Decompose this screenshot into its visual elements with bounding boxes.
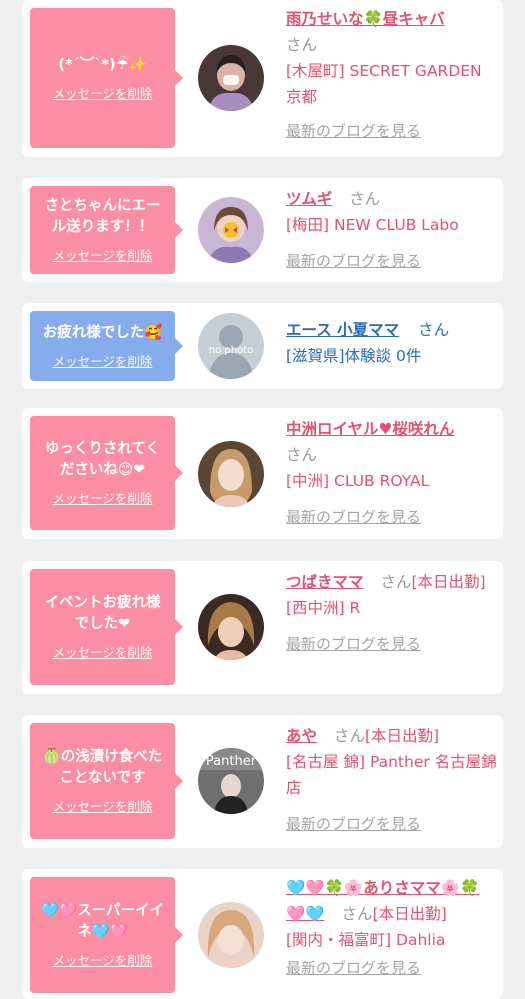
message-text: さとちゃんにエール送ります！！ (44, 198, 161, 235)
honorific-label: さん (333, 727, 365, 745)
avatar-photo-icon: Panther (198, 748, 264, 814)
avatar-photo-icon (198, 902, 264, 968)
shop-label: [関内・福富町] Dahlia (286, 931, 446, 949)
no-photo-icon: no photo (198, 313, 264, 379)
list-item: 🩵🩷スーパーイイネ🩵🩷 メッセージを削除 🩵🩷🍀🌸ありさママ🌸🍀🩷🩵 さん[本日… (22, 869, 503, 999)
message-text: (*´︶`*)☔✨ (58, 56, 147, 73)
message-bubble: イベントお疲れ様でした❤ メッセージを削除 (30, 569, 183, 685)
status-label: [本日出勤] (411, 573, 486, 591)
name-link[interactable]: 雨乃せいな🍀昼キャバ (286, 10, 445, 28)
shop-label: [梅田] NEW CLUB Labo (286, 216, 459, 234)
list-item: 🍈の浅漬け食べたことないです メッセージを削除 Panther あや さん[本日… (22, 715, 503, 848)
logo-text: Panther (206, 754, 257, 769)
avatar[interactable] (198, 441, 264, 507)
list-item: (*´︶`*)☔✨ メッセージを削除 雨乃せいな🍀昼キャバ さん [木屋町] S… (22, 0, 503, 157)
delete-message-link[interactable]: メッセージを削除 (53, 488, 153, 507)
no-photo-text: no photo (209, 345, 253, 356)
shop-label: [西中洲] R (286, 599, 361, 617)
blog-link[interactable]: 最新のブログを見る (286, 955, 498, 981)
list-item: お疲れ様でした🥰 メッセージを削除 no photo エース 小夏ママ さん [… (22, 303, 503, 389)
avatar-photo-icon (198, 197, 264, 263)
blog-link[interactable]: 最新のブログを見る (286, 811, 498, 837)
message-bubble: 🍈の浅漬け食べたことないです メッセージを削除 (30, 723, 183, 839)
name-link[interactable]: 中洲ロイヤル♥桜咲れん (286, 420, 454, 438)
honorific-label: さん (286, 446, 318, 464)
shop-label: [木屋町] SECRET GARDEN 京都 (286, 62, 482, 106)
message-text: イベントお疲れ様でした❤ (44, 595, 161, 632)
avatar[interactable]: Panther (198, 748, 264, 814)
honorific-label: さん (380, 573, 412, 591)
name-link[interactable]: つばきママ (286, 573, 364, 591)
honorific-label: さん (286, 36, 318, 54)
honorific-label: さん (341, 905, 373, 923)
delete-message-link[interactable]: メッセージを削除 (53, 950, 153, 969)
message-bubble: ゆっくりされてくださいね😊❤ メッセージを削除 (30, 416, 183, 530)
blog-link[interactable]: 最新のブログを見る (286, 248, 498, 274)
blog-link[interactable]: 最新のブログを見る (286, 631, 498, 657)
message-bubble: 🩵🩷スーパーイイネ🩵🩷 メッセージを削除 (30, 877, 183, 993)
delete-message-link[interactable]: メッセージを削除 (53, 351, 153, 370)
avatar[interactable] (198, 45, 264, 111)
message-text: お疲れ様でした🥰 (42, 324, 163, 341)
avatar[interactable] (198, 902, 264, 968)
avatar[interactable] (198, 594, 264, 660)
message-bubble: (*´︶`*)☔✨ メッセージを削除 (30, 8, 183, 148)
delete-message-link[interactable]: メッセージを削除 (53, 642, 153, 661)
shop-label: [滋賀県]体験談 0件 (286, 347, 422, 365)
message-text: 🩵🩷スーパーイイネ🩵🩷 (41, 903, 164, 940)
delete-message-link[interactable]: メッセージを削除 (53, 83, 153, 102)
message-bubble: お疲れ様でした🥰 メッセージを削除 (30, 311, 183, 381)
name-link[interactable]: ツムギ (286, 190, 332, 208)
honorific-label: さん (418, 321, 450, 339)
avatar-photo-icon (198, 441, 264, 507)
honorific-label: さん (349, 190, 381, 208)
shop-label: [中洲] CLUB ROYAL (286, 472, 430, 490)
list-item: ゆっくりされてくださいね😊❤ メッセージを削除 中洲ロイヤル♥桜咲れん さん [… (22, 408, 503, 539)
status-label: [本日出勤] (364, 727, 440, 745)
delete-message-link[interactable]: メッセージを削除 (53, 796, 153, 815)
message-bubble: さとちゃんにエール送ります！！ メッセージを削除 (30, 186, 183, 274)
message-text: ゆっくりされてくださいね😊❤ (44, 441, 161, 478)
list-item: さとちゃんにエール送ります！！ メッセージを削除 ツムギ さん [梅田] NEW… (22, 178, 503, 282)
list-item: イベントお疲れ様でした❤ メッセージを削除 つばきママ さん[本日出勤] [西中… (22, 561, 503, 694)
avatar[interactable] (198, 197, 264, 263)
avatar[interactable]: no photo (198, 313, 264, 379)
delete-message-link[interactable]: メッセージを削除 (53, 245, 153, 264)
name-link[interactable]: あや (286, 727, 317, 745)
message-text: 🍈の浅漬け食べたことないです (42, 749, 163, 786)
blog-link[interactable]: 最新のブログを見る (286, 504, 498, 530)
name-link[interactable]: エース 小夏ママ (286, 321, 399, 339)
avatar-photo-icon (198, 594, 264, 660)
blog-link[interactable]: 最新のブログを見る (286, 118, 498, 144)
status-label: [本日出勤] (372, 905, 447, 923)
shop-label: [名古屋 錦] Panther 名古屋錦店 (286, 753, 497, 797)
avatar-photo-icon (198, 45, 264, 111)
